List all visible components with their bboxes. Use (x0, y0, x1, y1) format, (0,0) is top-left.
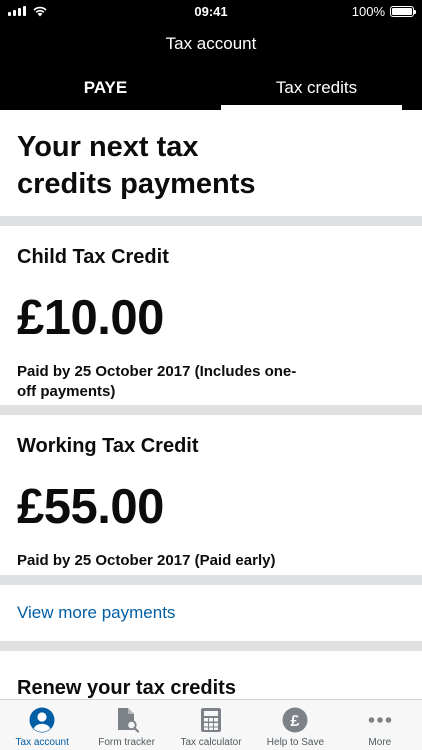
more-dots-icon (368, 717, 392, 723)
segment-tabs: PAYE Tax credits (0, 66, 422, 110)
credit-name: Working Tax Credit (17, 435, 199, 457)
tabbar-label: More (368, 737, 392, 748)
section-divider (0, 216, 422, 226)
battery-fill (392, 7, 412, 15)
tabbar-help-to-save[interactable]: £ Help to Save (253, 700, 337, 750)
tab-tax-credits-label: Tax credits (275, 78, 358, 97)
paid-by-text: Paid by 25 October 2017 (Paid early) (17, 552, 276, 569)
page-title-line1: Your next tax (17, 131, 199, 163)
tabbar-tax-account[interactable]: Tax account (0, 700, 84, 750)
page-title: Your next tax credits payments (17, 129, 405, 203)
credit-name: Child Tax Credit (17, 246, 169, 268)
paid-by-text: Paid by 25 October 2017 (Includes one- o… (17, 362, 347, 402)
section-divider (0, 405, 422, 415)
document-search-icon (117, 708, 139, 733)
renew-card[interactable]: Renew your tax credits (0, 651, 422, 699)
svg-text:£: £ (291, 713, 300, 730)
title-card: Your next tax credits payments (0, 110, 422, 216)
paid-by-line2: off payments) (17, 383, 116, 400)
payment-amount: £10.00 (17, 291, 164, 345)
working-tax-credit-card: Working Tax Credit £55.00 Paid by 25 Oct… (0, 415, 422, 575)
section-divider (0, 641, 422, 651)
page-header-title: Tax account (165, 34, 257, 53)
renew-title: Renew your tax credits (17, 677, 236, 699)
person-icon (29, 707, 55, 733)
bottom-tab-bar: Tax account Form tracker Tax calculator (0, 699, 422, 750)
main-content[interactable]: Your next tax credits payments Child Tax… (0, 110, 422, 699)
view-more-card: View more payments (0, 585, 422, 641)
pound-coin-icon: £ (282, 707, 308, 733)
view-more-payments-link[interactable]: View more payments (17, 603, 175, 623)
child-tax-credit-card: Child Tax Credit £10.00 Paid by 25 Octob… (0, 226, 422, 405)
tabbar-label: Tax calculator (180, 737, 242, 748)
wifi-icon (33, 6, 47, 17)
status-right: 100% (351, 3, 416, 19)
battery-percent: 100% (351, 3, 385, 19)
paid-by-line1: Paid by 25 October 2017 (Includes one- (17, 363, 297, 380)
payment-amount: £55.00 (17, 480, 164, 534)
tabbar-form-tracker[interactable]: Form tracker (84, 700, 168, 750)
tabbar-label: Help to Save (266, 737, 325, 748)
tabbar-tax-calculator[interactable]: Tax calculator (169, 700, 253, 750)
tabbar-more[interactable]: More (338, 700, 422, 750)
tabbar-label: Form tracker (98, 737, 155, 748)
nav-header: Tax account (0, 22, 422, 66)
page-title-line2: credits payments (17, 168, 256, 200)
tab-tax-credits[interactable]: Tax credits (211, 66, 422, 110)
tabbar-label: Tax account (15, 737, 69, 748)
tab-paye[interactable]: PAYE (0, 66, 211, 110)
status-bar: 09:41 100% (0, 0, 422, 22)
battery-icon (390, 5, 416, 17)
tab-paye-label: PAYE (83, 78, 128, 97)
signal-icon (8, 6, 26, 16)
calculator-icon (201, 708, 222, 732)
status-left (8, 5, 48, 17)
section-divider (0, 575, 422, 585)
